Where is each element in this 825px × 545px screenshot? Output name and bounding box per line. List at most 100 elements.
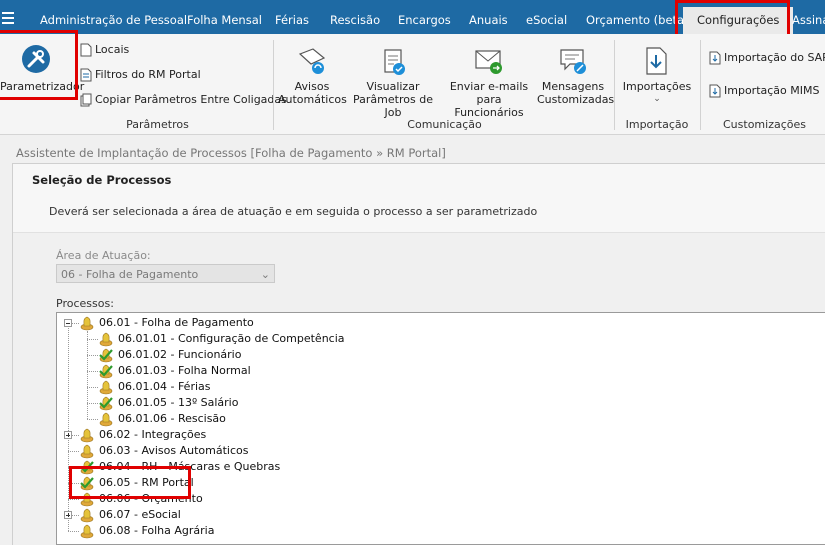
tree-child-line <box>87 331 88 419</box>
mensagens-label-2: Customizadas <box>537 93 615 106</box>
tree-node-label: 06.07 - eSocial <box>99 508 181 521</box>
area-atuacao-select[interactable]: 06 - Folha de Pagamento ⌄ <box>56 264 275 283</box>
tree-node-label: 06.03 - Avisos Automáticos <box>99 444 249 457</box>
tree-branch-line <box>87 355 98 356</box>
ribbon-separator <box>700 40 701 130</box>
area-atuacao-label: Área de Atuação: <box>56 249 151 262</box>
wizard-header: Seleção de Processos Deverá ser selecion… <box>13 164 825 233</box>
process-icon <box>80 428 94 443</box>
process-icon <box>99 412 113 427</box>
checked-process-icon <box>99 348 113 363</box>
tree-node-label: 06.01.05 - 13º Salário <box>118 396 239 409</box>
filtros-rm-portal-button[interactable]: Filtros do RM Portal <box>80 67 201 83</box>
highlight-parametrizador <box>0 30 78 100</box>
importacao-mims-button[interactable]: Importação MIMS <box>709 83 819 99</box>
tree-branch-line <box>87 387 98 388</box>
process-icon <box>80 316 94 331</box>
visualizar-parametros-job-button[interactable]: Visualizar Parâmetros de Job <box>347 46 439 119</box>
filter-icon <box>80 68 92 82</box>
tree-node-label: 06.01.06 - Rescisão <box>118 412 226 425</box>
mail-send-icon <box>475 50 502 74</box>
ribbon: Parametrizador Locais Filtros do RM Port… <box>0 30 825 135</box>
importacoes-label: Importações <box>622 80 692 93</box>
chevron-down-icon: ⌄ <box>260 268 270 281</box>
ribbon-separator <box>273 40 274 130</box>
clipboard-check-icon <box>384 49 405 75</box>
mensagens-label-1: Mensagens <box>541 80 605 93</box>
group-label-parametros: Parâmetros <box>126 118 189 131</box>
process-icon <box>99 380 113 395</box>
importacao-sap-button[interactable]: Importação do SAP <box>709 50 825 66</box>
process-icon <box>99 332 113 347</box>
import-icon <box>646 47 667 75</box>
locais-button[interactable]: Locais <box>80 42 129 58</box>
mensagens-customizadas-button[interactable]: Mensagens Customizadas <box>537 46 615 106</box>
tab-folha-mensal[interactable]: Folha Mensal <box>187 13 262 27</box>
tree-node-label: 06.01.03 - Folha Normal <box>118 364 251 377</box>
processos-tree[interactable]: 06.01 - Folha de Pagamento 06.01.01 - Con… <box>56 312 825 545</box>
tree-branch-line <box>87 371 98 372</box>
importacoes-button[interactable]: Importações ⌄ <box>620 46 694 106</box>
group-label-importacao: Importação <box>625 118 689 131</box>
tab-administracao-pessoal[interactable]: Administração de Pessoal <box>40 13 187 27</box>
tree-branch-line <box>87 339 98 340</box>
visualizar-label-2: Parâmetros de Job <box>353 93 433 119</box>
checked-process-icon <box>99 364 113 379</box>
collapse-icon[interactable] <box>64 319 72 327</box>
highlight-rm-portal <box>69 466 191 499</box>
ribbon-separator <box>614 40 615 130</box>
process-icon <box>80 524 94 539</box>
group-label-comunicacao: Comunicação <box>407 118 482 131</box>
copiar-label: Copiar Parâmetros Entre Coligadas <box>95 93 287 106</box>
tree-node-label: 06.01.04 - Férias <box>118 380 211 393</box>
expand-icon[interactable] <box>64 431 72 439</box>
import-file-icon <box>709 51 721 65</box>
tab-assinaturas[interactable]: Assina <box>792 13 825 27</box>
enviar-label-1: Enviar e-mails <box>449 80 529 93</box>
mims-label: Importação MIMS <box>724 84 820 97</box>
tree-branch-line <box>87 419 98 420</box>
chevron-down-icon[interactable]: ⌄ <box>620 93 694 106</box>
import-file-icon <box>709 84 721 98</box>
tree-node-label: 06.01 - Folha de Pagamento <box>99 316 254 329</box>
document-icon <box>80 43 92 57</box>
filtros-label: Filtros do RM Portal <box>95 68 201 81</box>
group-label-customizacoes: Customizações <box>723 118 806 131</box>
message-edit-icon <box>560 49 586 74</box>
tree-node-label: 06.02 - Integrações <box>99 428 207 441</box>
visualizar-label-1: Visualizar <box>366 80 420 93</box>
tree-branch-line <box>87 403 98 404</box>
copy-icon <box>80 93 92 107</box>
tab-encargos[interactable]: Encargos <box>398 13 451 27</box>
mail-sync-icon <box>298 48 326 74</box>
avisos-automaticos-button[interactable]: Avisos Automáticos <box>278 46 347 106</box>
wizard-title: Assistente de Implantação de Processos [… <box>16 146 446 160</box>
area-atuacao-value: 06 - Folha de Pagamento <box>61 268 199 281</box>
enviar-label-2: para Funcionários <box>454 93 524 119</box>
tree-branch-line <box>68 531 79 532</box>
expand-icon[interactable] <box>64 511 72 519</box>
checked-process-icon <box>99 396 113 411</box>
app-menu-icon[interactable] <box>2 12 14 26</box>
tree-branch-line <box>68 499 79 500</box>
sap-label: Importação do SAP <box>724 51 825 64</box>
avisos-label-1: Avisos <box>294 80 330 93</box>
process-icon <box>80 508 94 523</box>
processos-label: Processos: <box>56 297 114 310</box>
tab-ferias[interactable]: Férias <box>275 13 309 27</box>
tree-branch-line <box>68 451 79 452</box>
tab-rescisao[interactable]: Rescisão <box>330 13 380 27</box>
locais-label: Locais <box>95 43 130 56</box>
section-description: Deverá ser selecionada a área de atuação… <box>49 205 538 218</box>
section-title: Seleção de Processos <box>32 173 172 187</box>
avisos-label-2: Automáticos <box>278 93 347 106</box>
copiar-parametros-button[interactable]: Copiar Parâmetros Entre Coligadas <box>80 92 287 108</box>
tab-anuais[interactable]: Anuais <box>469 13 508 27</box>
process-icon <box>80 444 94 459</box>
tree-node-label: 06.01.02 - Funcionário <box>118 348 242 361</box>
tab-orcamento[interactable]: Orçamento (beta) <box>586 13 689 27</box>
enviar-emails-button[interactable]: Enviar e-mails para Funcionários <box>443 46 535 119</box>
tree-node-label: 06.08 - Folha Agrária <box>99 524 215 537</box>
tab-esocial[interactable]: eSocial <box>526 13 567 27</box>
tree-node-label: 06.01.01 - Configuração de Competência <box>118 332 345 345</box>
